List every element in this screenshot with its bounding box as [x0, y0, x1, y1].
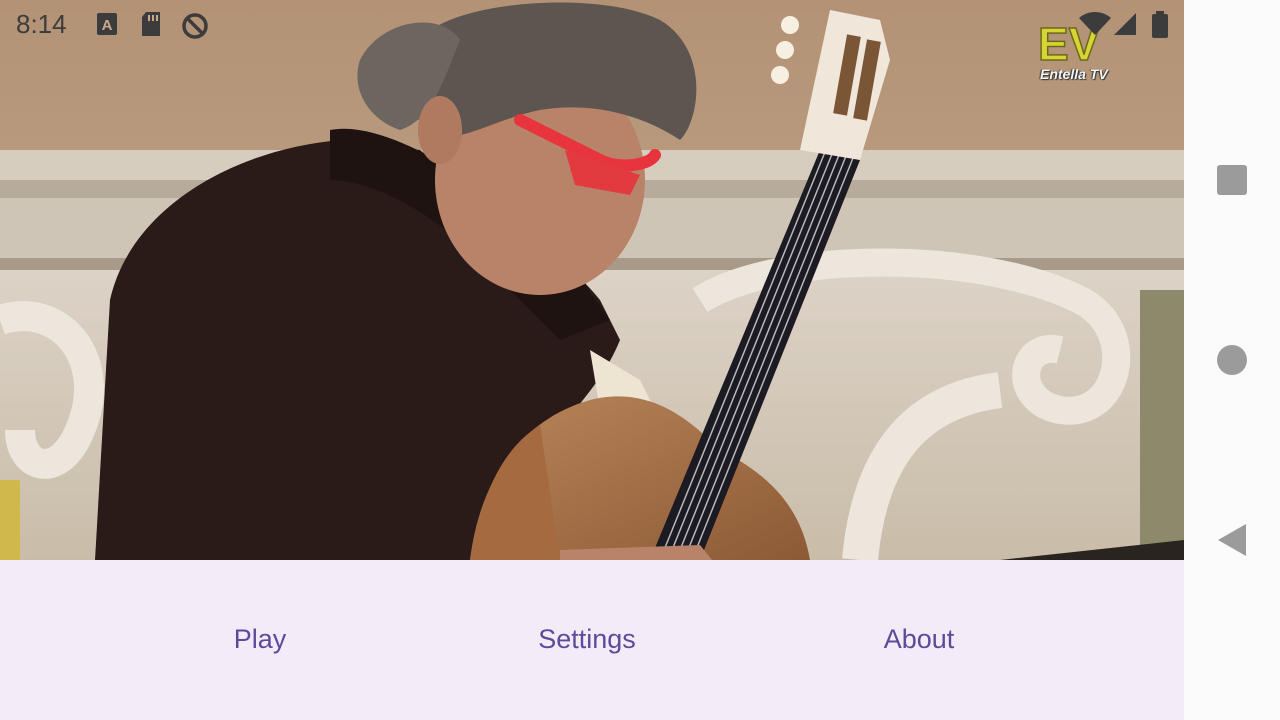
cell-signal-icon — [1112, 11, 1138, 37]
system-navigation-bar — [1184, 0, 1280, 720]
back-button[interactable] — [1216, 522, 1248, 558]
svg-text:A: A — [102, 17, 113, 34]
status-bar: 8:14 A — [0, 0, 1184, 50]
sd-card-icon — [140, 11, 162, 37]
about-button[interactable]: About — [884, 624, 955, 655]
play-button[interactable]: Play — [234, 624, 287, 655]
recents-button[interactable] — [1217, 165, 1247, 195]
video-frame — [0, 0, 1184, 560]
bottom-navigation: Play Settings About — [0, 560, 1184, 720]
wifi-icon — [1078, 11, 1112, 37]
settings-button[interactable]: Settings — [538, 624, 636, 655]
status-time: 8:14 — [16, 9, 67, 39]
channel-logo-name: Entella TV — [1040, 66, 1108, 82]
app-screen: EV Entella TV 8:14 A Play Settings About — [0, 0, 1280, 720]
home-button[interactable] — [1217, 345, 1247, 375]
sync-off-icon — [180, 11, 210, 41]
back-triangle-icon — [1218, 524, 1246, 556]
font-icon: A — [96, 11, 118, 37]
battery-icon — [1150, 11, 1170, 39]
video-player[interactable]: EV Entella TV — [0, 0, 1184, 560]
